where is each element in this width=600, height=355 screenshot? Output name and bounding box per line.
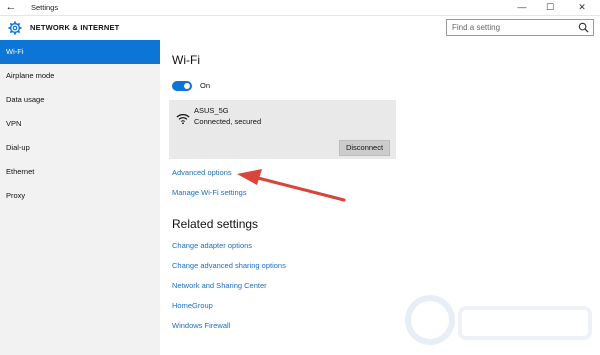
disconnect-button[interactable]: Disconnect — [339, 140, 390, 156]
manage-wifi-settings-link[interactable]: Manage Wi-Fi settings — [172, 188, 247, 197]
back-arrow-icon[interactable]: ← — [3, 0, 19, 16]
window-title: Settings — [31, 3, 59, 12]
close-button[interactable]: ✕ — [564, 0, 600, 16]
network-and-sharing-center-link[interactable]: Network and Sharing Center — [172, 281, 267, 290]
sidebar-item-proxy[interactable]: Proxy — [0, 184, 160, 208]
search-input[interactable]: Find a setting — [446, 19, 594, 36]
search-placeholder: Find a setting — [452, 23, 501, 32]
network-name: ASUS_5G — [194, 106, 229, 115]
sidebar: Wi-Fi Airplane mode Data usage VPN Dial-… — [0, 40, 160, 355]
gear-icon — [8, 21, 22, 35]
wifi-signal-icon — [176, 114, 190, 125]
title-bar: ← Settings — ☐ ✕ — [0, 0, 600, 16]
watermark-logo-icon — [405, 295, 592, 345]
change-adapter-options-link[interactable]: Change adapter options — [172, 241, 252, 250]
windows-firewall-link[interactable]: Windows Firewall — [172, 321, 230, 330]
network-status: Connected, secured — [194, 117, 262, 126]
minimize-button[interactable]: — — [508, 0, 536, 16]
sidebar-item-vpn[interactable]: VPN — [0, 112, 160, 136]
wifi-toggle-label: On — [200, 81, 211, 90]
maximize-button[interactable]: ☐ — [536, 0, 564, 16]
advanced-options-link[interactable]: Advanced options — [172, 168, 232, 177]
page-title: NETWORK & INTERNET — [30, 23, 120, 32]
sidebar-item-airplane-mode[interactable]: Airplane mode — [0, 64, 160, 88]
wifi-heading: Wi-Fi — [172, 53, 200, 67]
change-advanced-sharing-options-link[interactable]: Change advanced sharing options — [172, 261, 286, 270]
toggle-knob — [184, 83, 190, 89]
sidebar-item-wifi[interactable]: Wi-Fi — [0, 40, 160, 64]
sidebar-item-ethernet[interactable]: Ethernet — [0, 160, 160, 184]
sidebar-item-data-usage[interactable]: Data usage — [0, 88, 160, 112]
sidebar-item-dial-up[interactable]: Dial-up — [0, 136, 160, 160]
network-card[interactable]: ASUS_5G Connected, secured Disconnect — [169, 100, 396, 159]
search-icon[interactable] — [578, 22, 589, 33]
wifi-toggle[interactable] — [172, 81, 192, 91]
related-settings-heading: Related settings — [172, 217, 259, 231]
homegroup-link[interactable]: HomeGroup — [172, 301, 213, 310]
